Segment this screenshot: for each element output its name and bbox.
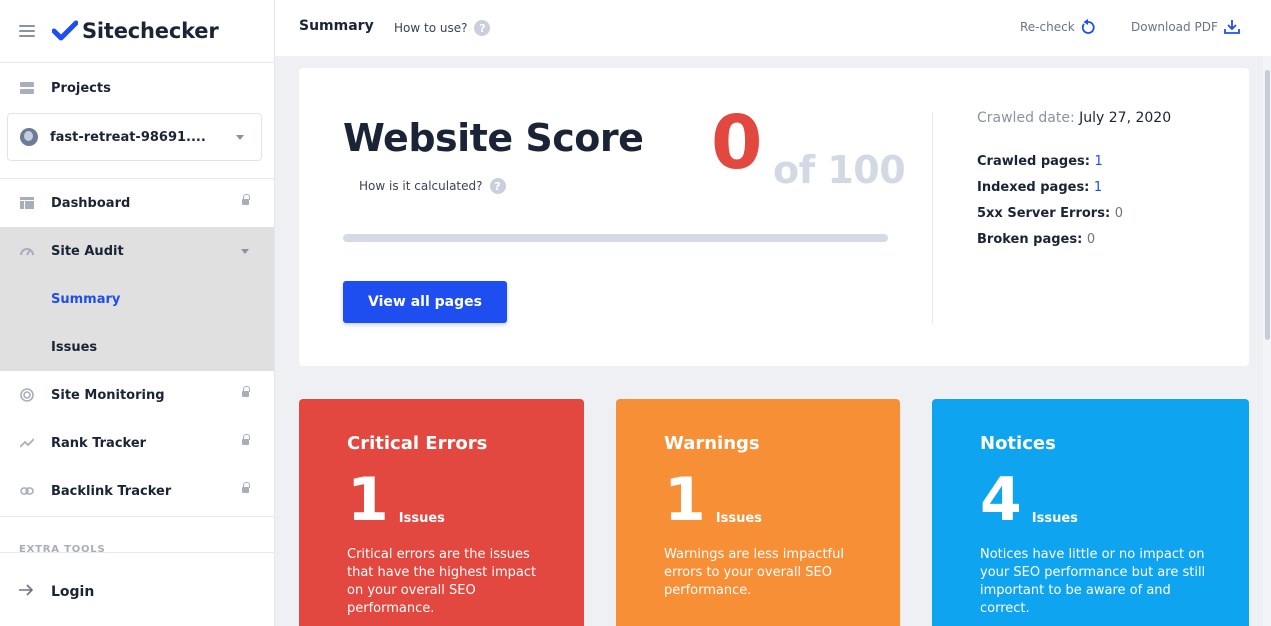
stat-label: Broken pages: bbox=[977, 232, 1083, 247]
page-title: Summary bbox=[299, 18, 374, 34]
sidebar-item-label: Site Monitoring bbox=[51, 387, 165, 403]
arrow-right-icon bbox=[19, 583, 34, 600]
projects-icon bbox=[19, 80, 35, 96]
sidebar-item-site-audit[interactable]: Site Audit bbox=[0, 227, 274, 275]
checkmark-logo-icon bbox=[52, 20, 78, 41]
refresh-icon bbox=[1081, 19, 1095, 34]
lock-icon bbox=[242, 434, 250, 445]
sidebar: Sitechecker Projects fast-retreat-98691.… bbox=[0, 0, 275, 626]
website-score-card: Website Score How is it calculated? ? 0 … bbox=[299, 68, 1249, 366]
divider bbox=[932, 112, 933, 324]
chevron-down-icon bbox=[236, 135, 244, 140]
scrollbar-thumb[interactable] bbox=[1265, 70, 1270, 340]
sidebar-item-label: Projects bbox=[51, 80, 111, 96]
project-select[interactable]: fast-retreat-98691.... bbox=[7, 113, 262, 161]
issue-count: 1 bbox=[347, 465, 389, 535]
gauge-icon bbox=[19, 243, 35, 259]
project-select-value: fast-retreat-98691.... bbox=[50, 129, 206, 145]
issue-unit: Issues bbox=[715, 511, 762, 526]
logo-text: Sitechecker bbox=[82, 19, 219, 43]
stat-crawled-pages: Crawled pages: 1 bbox=[977, 154, 1171, 180]
globe-icon bbox=[20, 128, 38, 146]
how-to-use-link[interactable]: How to use? ? bbox=[394, 20, 491, 36]
stat-label: Indexed pages: bbox=[977, 180, 1090, 195]
stat-broken-pages: Broken pages: 0 bbox=[977, 232, 1171, 258]
card-description: Notices have little or no impact on your… bbox=[980, 547, 1206, 616]
lock-icon bbox=[242, 482, 250, 493]
sidebar-item-dashboard[interactable]: Dashboard bbox=[0, 179, 274, 227]
warnings-card[interactable]: Warnings 1 Issues Warnings are less impa… bbox=[616, 399, 900, 626]
sidebar-item-backlink-tracker[interactable]: Backlink Tracker bbox=[0, 467, 274, 515]
how-to-use-label: How to use? bbox=[394, 21, 468, 35]
link-icon bbox=[19, 483, 35, 499]
view-all-pages-button[interactable]: View all pages bbox=[343, 281, 507, 323]
monitoring-icon bbox=[19, 387, 35, 403]
issue-count: 4 bbox=[980, 465, 1022, 535]
critical-errors-card[interactable]: Critical Errors 1 Issues Critical errors… bbox=[299, 399, 584, 626]
issue-count: 1 bbox=[664, 465, 706, 535]
menu-icon[interactable] bbox=[19, 25, 35, 37]
crawled-date: Crawled date: July 27, 2020 bbox=[977, 110, 1171, 126]
stat-indexed-pages: Indexed pages: 1 bbox=[977, 180, 1171, 206]
how-calculated-link[interactable]: How is it calculated? ? bbox=[359, 178, 506, 194]
stat-value-link[interactable]: 1 bbox=[1094, 180, 1102, 195]
login-button[interactable]: Login bbox=[0, 552, 274, 626]
card-count-row: 4 Issues bbox=[980, 468, 1201, 530]
sidebar-item-projects[interactable]: Projects bbox=[0, 63, 274, 113]
help-icon: ? bbox=[489, 178, 506, 194]
download-pdf-button[interactable]: Download PDF bbox=[1131, 19, 1240, 35]
help-icon: ? bbox=[474, 20, 491, 36]
dashboard-icon bbox=[19, 195, 35, 211]
sidebar-item-label: Site Audit bbox=[51, 243, 124, 259]
card-title: Warnings bbox=[664, 433, 760, 454]
crawled-date-label: Crawled date: bbox=[977, 110, 1075, 126]
score-value: 0 bbox=[711, 100, 763, 186]
stat-label: Crawled pages: bbox=[977, 154, 1090, 169]
stat-value-link[interactable]: 1 bbox=[1095, 154, 1103, 169]
sidebar-item-label: Dashboard bbox=[51, 195, 131, 211]
sidebar-subitem-issues[interactable]: Issues bbox=[0, 323, 274, 371]
issue-unit: Issues bbox=[398, 511, 445, 526]
issue-unit: Issues bbox=[1031, 511, 1078, 526]
score-progress-bar bbox=[343, 234, 888, 242]
logo[interactable]: Sitechecker bbox=[52, 19, 219, 43]
sidebar-item-rank-tracker[interactable]: Rank Tracker bbox=[0, 419, 274, 467]
sidebar-item-label: Backlink Tracker bbox=[51, 483, 172, 499]
sidebar-item-label: Rank Tracker bbox=[51, 435, 147, 451]
lock-icon bbox=[242, 386, 250, 397]
download-pdf-label: Download PDF bbox=[1131, 20, 1218, 34]
stat-value: 0 bbox=[1086, 232, 1096, 247]
recheck-label: Re-check bbox=[1020, 20, 1075, 34]
how-calculated-label: How is it calculated? bbox=[359, 179, 483, 193]
sidebar-item-site-monitoring[interactable]: Site Monitoring bbox=[0, 371, 274, 419]
card-count-row: 1 Issues bbox=[664, 468, 852, 530]
notices-card[interactable]: Notices 4 Issues Notices have little or … bbox=[932, 399, 1249, 626]
card-title: Notices bbox=[980, 433, 1056, 454]
website-score-title: Website Score bbox=[343, 116, 644, 160]
sidebar-subitem-summary[interactable]: Summary bbox=[0, 275, 274, 323]
download-icon bbox=[1223, 20, 1240, 34]
card-description: Warnings are less impactful errors to yo… bbox=[664, 547, 844, 598]
crawled-date-value: July 27, 2020 bbox=[1079, 110, 1172, 126]
chevron-down-icon bbox=[241, 249, 249, 254]
recheck-button[interactable]: Re-check bbox=[1020, 19, 1095, 35]
trend-icon bbox=[19, 435, 35, 451]
extra-tools-heading: EXTRA TOOLS bbox=[19, 544, 106, 552]
lock-icon bbox=[242, 194, 250, 205]
top-bar: Summary How to use? ? Re-check Download … bbox=[275, 0, 1271, 56]
stat-server-errors: 5xx Server Errors: 0 bbox=[977, 206, 1171, 232]
score-max: of 100 bbox=[773, 148, 906, 192]
stat-value: 0 bbox=[1114, 206, 1123, 221]
card-title: Critical Errors bbox=[347, 433, 488, 454]
crawl-stats: Crawled date: July 27, 2020 Crawled page… bbox=[977, 110, 1171, 258]
stat-label: 5xx Server Errors: bbox=[977, 206, 1111, 221]
card-description: Critical errors are the issues that have… bbox=[347, 547, 537, 616]
login-label: Login bbox=[51, 583, 95, 600]
site-audit-group: Site Audit Summary Issues bbox=[0, 227, 274, 371]
card-count-row: 1 Issues bbox=[347, 468, 536, 530]
brand-bar: Sitechecker bbox=[0, 0, 274, 63]
